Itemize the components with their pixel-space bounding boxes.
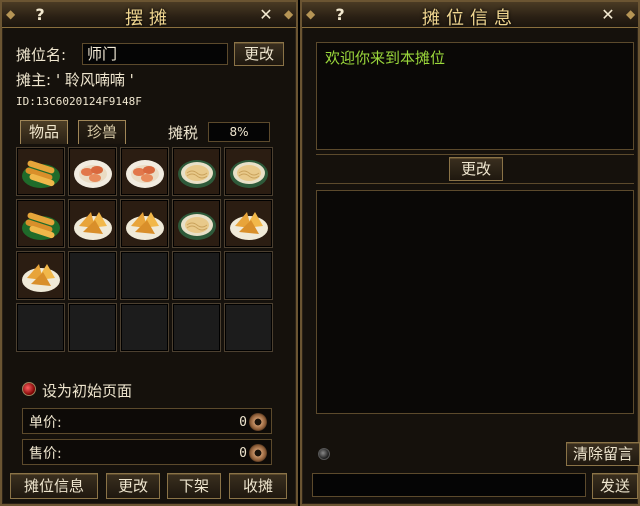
item-slot-spring-roll[interactable] — [16, 147, 65, 196]
message-toolbar: 更改 — [316, 154, 634, 184]
sale-price-row[interactable]: 售价: 0 — [22, 439, 272, 465]
item-slot-pancake-plate[interactable] — [16, 251, 65, 300]
owner-id: ID:13C6020124F9148F — [16, 95, 142, 108]
item-slot-spring-roll[interactable] — [16, 199, 65, 248]
stall-name-label: 摊位名: — [16, 46, 67, 64]
item-slot-empty[interactable] — [68, 251, 117, 300]
item-slot-empty[interactable] — [16, 303, 65, 352]
unit-price-label: 单价: — [29, 415, 62, 431]
guest-message-box[interactable] — [316, 190, 634, 414]
stall-panel: ◆ ? 摆摊 ✕ ◆ 摊位名: 师门 更改 摊主: ' 聆风喃喃 ' ID:13… — [0, 0, 298, 506]
item-slot-pancake-plate[interactable] — [68, 199, 117, 248]
item-slot-empty[interactable] — [172, 303, 221, 352]
item-slot-pancake-plate[interactable] — [120, 199, 169, 248]
chat-input[interactable] — [312, 473, 586, 497]
pancake-plate-icon — [22, 264, 60, 292]
homepage-label: 设为初始页面 — [42, 382, 133, 400]
clear-messages-button[interactable]: 清除留言 — [566, 442, 640, 466]
close-stall-button[interactable]: 收摊 — [229, 473, 287, 499]
sausage-plate-icon — [74, 160, 112, 188]
item-slot-sausage-plate[interactable] — [120, 147, 169, 196]
item-slot-pancake-plate[interactable] — [224, 199, 273, 248]
item-slot-empty[interactable] — [120, 303, 169, 352]
item-slot-sausage-plate[interactable] — [68, 147, 117, 196]
change-button[interactable]: 更改 — [106, 473, 160, 499]
unit-price-value: 0 — [239, 415, 247, 430]
corner-ornament: ◆ — [626, 7, 636, 21]
noodle-plate-icon — [178, 212, 216, 240]
sale-price-label: 售价: — [29, 446, 62, 462]
pancake-plate-icon — [74, 212, 112, 240]
change-name-button[interactable]: 更改 — [234, 42, 284, 66]
tax-label: 摊税 — [168, 124, 199, 142]
change-message-button[interactable]: 更改 — [449, 157, 503, 181]
stall-titlebar: ◆ ? 摆摊 ✕ ◆ — [2, 2, 296, 29]
tax-value: 8% — [208, 122, 270, 142]
owner-label: 摊主: — [16, 71, 52, 89]
coin-icon — [249, 444, 267, 462]
unit-price-row[interactable]: 单价: 0 — [22, 408, 272, 434]
pancake-plate-icon — [126, 212, 164, 240]
homepage-radio[interactable] — [22, 382, 36, 396]
noodle-plate-icon — [178, 160, 216, 188]
corner-ornament: ◆ — [284, 7, 294, 21]
stall-title: 摆摊 — [125, 8, 173, 29]
sale-price-value: 0 — [239, 446, 247, 461]
spring-roll-icon — [22, 160, 60, 188]
noodle-plate-icon — [230, 160, 268, 188]
item-slot-empty[interactable] — [120, 251, 169, 300]
unlist-button[interactable]: 下架 — [167, 473, 221, 499]
close-button[interactable]: ✕ — [254, 5, 278, 25]
close-button[interactable]: ✕ — [596, 5, 620, 25]
stall-info-panel: ◆ ? 摊位信息 ✕ ◆ 欢迎你来到本摊位 更改 清除留言 发送 — [300, 0, 640, 506]
stall-message-box[interactable]: 欢迎你来到本摊位 — [316, 42, 634, 150]
info-titlebar: ◆ ? 摊位信息 ✕ ◆ — [302, 2, 638, 29]
welcome-message: 欢迎你来到本摊位 — [325, 49, 446, 67]
owner-name: ' 聆风喃喃 ' — [56, 71, 134, 89]
coin-icon — [249, 413, 267, 431]
stall-name-input[interactable]: 师门 — [82, 43, 228, 65]
tab-items[interactable]: 物品 — [20, 120, 68, 144]
item-slot-empty[interactable] — [224, 303, 273, 352]
item-slot-empty[interactable] — [68, 303, 117, 352]
tab-pets[interactable]: 珍兽 — [78, 120, 126, 144]
item-slot-empty[interactable] — [172, 251, 221, 300]
item-slot-noodle-plate[interactable] — [224, 147, 273, 196]
item-slot-empty[interactable] — [224, 251, 273, 300]
send-button[interactable]: 发送 — [592, 473, 638, 499]
item-slot-noodle-plate[interactable] — [172, 199, 221, 248]
sausage-plate-icon — [126, 160, 164, 188]
item-grid — [16, 147, 274, 353]
orb-icon[interactable] — [318, 448, 330, 460]
item-slot-noodle-plate[interactable] — [172, 147, 221, 196]
spring-roll-icon — [22, 212, 60, 240]
stall-info-button[interactable]: 摊位信息 — [10, 473, 98, 499]
info-title: 摊位信息 — [422, 8, 518, 29]
pancake-plate-icon — [230, 212, 268, 240]
